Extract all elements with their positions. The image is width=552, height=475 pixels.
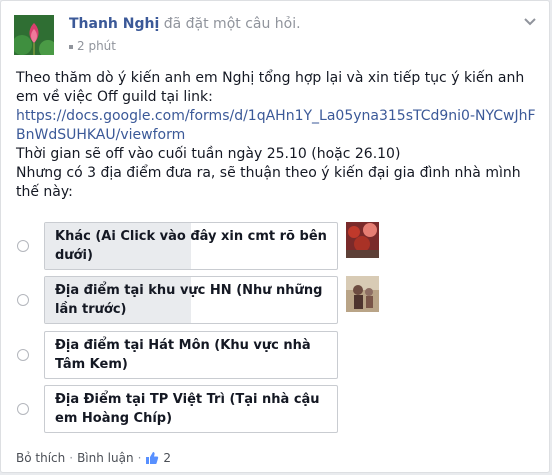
- voter-photo: [346, 222, 379, 258]
- post-card: Thanh Nghị đã đặt một câu hỏi. 2 phút Th…: [0, 0, 550, 473]
- poll-answer-box[interactable]: Địa điểm tại khu vực HN (Như những lần t…: [44, 276, 338, 324]
- poll-option: Địa điểm tại khu vực HN (Như những lần t…: [1, 276, 551, 326]
- voter-avatar[interactable]: [346, 222, 379, 258]
- post-body-line: Theo thăm dò ý kiến anh em Nghị tổng hợp…: [16, 70, 525, 105]
- poll-radio[interactable]: [17, 240, 29, 252]
- post-body-line: Thời gian sẽ off vào cuối tuần ngày 25.1…: [16, 146, 401, 162]
- post-body-line: Nhưng có 3 địa điểm đưa ra, sẽ thuận the…: [16, 165, 521, 200]
- post-actions: Bỏ thích · Bình luận · 2: [16, 451, 171, 465]
- poll-answer-box[interactable]: Địa điểm tại Hát Môn (Khu vực nhà Tâm Ke…: [44, 331, 338, 379]
- poll-option: Địa Điểm tại TP Việt Trì (Tại nhà cậu em…: [1, 385, 551, 435]
- poll-radio[interactable]: [17, 349, 29, 361]
- separator: ·: [137, 451, 142, 465]
- form-link[interactable]: https://docs.google.com/forms/d/1qAHn1Y_…: [16, 108, 536, 143]
- poll-option-label: Khác (Ai Click vào đây xin cmt rõ bên dư…: [55, 229, 327, 263]
- unlike-link[interactable]: Bỏ thích: [16, 451, 65, 465]
- like-count[interactable]: 2: [145, 451, 171, 465]
- voter-avatar[interactable]: [346, 276, 379, 312]
- poll-option: Địa điểm tại Hát Môn (Khu vực nhà Tâm Ke…: [1, 331, 551, 381]
- clock-icon: [69, 44, 73, 49]
- author-name[interactable]: Thanh Nghị: [69, 16, 159, 32]
- post-menu-button[interactable]: [523, 15, 537, 29]
- poll-option: Khác (Ai Click vào đây xin cmt rõ bên dư…: [1, 222, 551, 272]
- post-timestamp: 2 phút: [69, 39, 116, 53]
- voter-photo: [346, 276, 379, 312]
- poll-option-label: Địa điểm tại Hát Môn (Khu vực nhà Tâm Ke…: [55, 338, 311, 372]
- post-body: Theo thăm dò ý kiến anh em Nghị tổng hợp…: [16, 69, 536, 202]
- poll-radio[interactable]: [17, 294, 29, 306]
- poll-radio[interactable]: [17, 403, 29, 415]
- post-action-text: đã đặt một câu hỏi.: [163, 16, 301, 32]
- lotus-avatar-image: [14, 15, 54, 55]
- poll-answer-box[interactable]: Khác (Ai Click vào đây xin cmt rõ bên dư…: [44, 222, 338, 270]
- post-header: Thanh Nghị đã đặt một câu hỏi.: [69, 16, 301, 32]
- like-count-number: 2: [163, 451, 172, 465]
- separator: ·: [69, 451, 74, 465]
- timestamp-text[interactable]: 2 phút: [77, 39, 116, 53]
- poll-option-label: Địa Điểm tại TP Việt Trì (Tại nhà cậu em…: [55, 392, 320, 426]
- thumbs-up-icon: [146, 452, 159, 464]
- chevron-down-icon: [524, 18, 536, 26]
- author-avatar[interactable]: [14, 15, 54, 55]
- comment-link[interactable]: Bình luận: [77, 451, 134, 465]
- poll-option-label: Địa điểm tại khu vực HN (Như những lần t…: [55, 283, 323, 317]
- poll-answer-box[interactable]: Địa Điểm tại TP Việt Trì (Tại nhà cậu em…: [44, 385, 338, 433]
